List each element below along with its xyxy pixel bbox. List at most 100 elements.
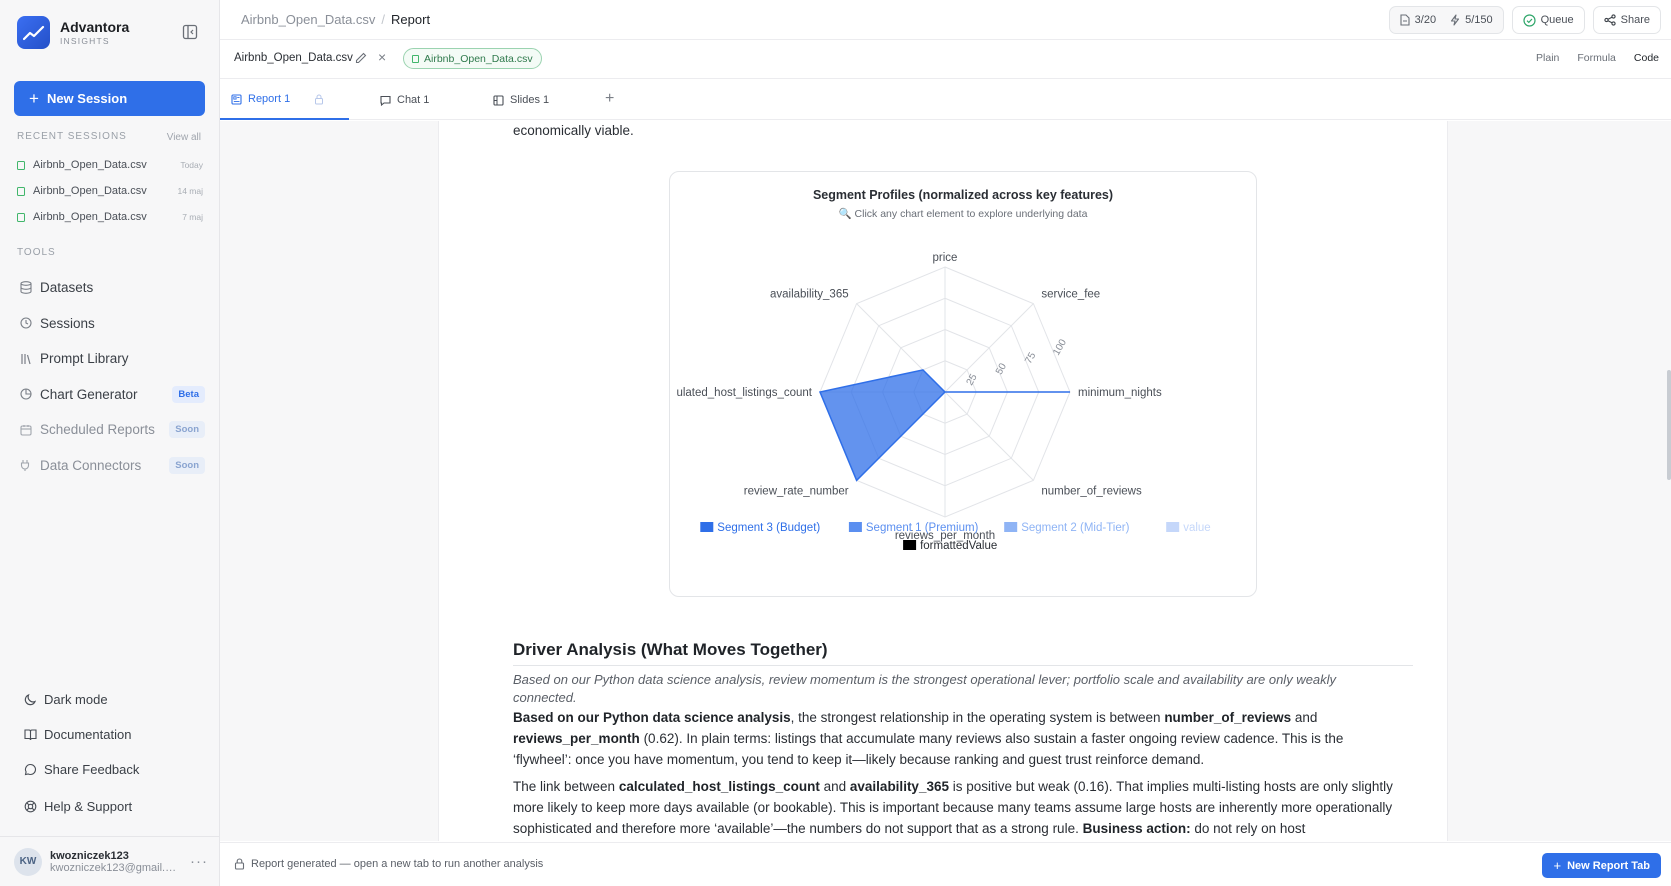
share-button[interactable]: Share	[1592, 6, 1661, 34]
bold-text: Business action:	[1082, 821, 1191, 836]
bold-text: reviews_per_month	[513, 731, 640, 746]
recent-session-date: 7 maj	[182, 212, 203, 222]
recent-sessions-list: Airbnb_Open_Data.csv Today Airbnb_Open_D…	[17, 152, 203, 230]
brand[interactable]: Advantora INSIGHTS	[17, 16, 129, 49]
close-icon[interactable]: ×	[378, 49, 386, 65]
credits-counter: 5/150	[1450, 14, 1493, 26]
tab-label: Chat 1	[397, 94, 430, 106]
radial-tick-label: 75	[1023, 350, 1038, 366]
csv-file-icon	[17, 212, 25, 222]
sidebar-item-prompt-library[interactable]: Prompt Library	[20, 341, 205, 377]
new-session-label: New Session	[46, 91, 128, 106]
check-circle-icon	[1523, 13, 1536, 27]
sidebar-item-label: Datasets	[40, 280, 94, 296]
message-icon	[24, 763, 36, 776]
dark-mode-label: Dark mode	[44, 692, 108, 707]
tab-label: Report 1	[248, 93, 291, 105]
sidebar-item-label: Scheduled Reports	[40, 422, 155, 438]
csv-file-icon	[17, 186, 25, 196]
help-support-link[interactable]: Help & Support	[24, 789, 139, 824]
axis-label: ulated_host_listings_count	[676, 387, 812, 399]
document-icon	[1400, 14, 1410, 26]
recent-session-item[interactable]: Airbnb_Open_Data.csv 7 maj	[17, 204, 203, 230]
brand-subtitle: INSIGHTS	[60, 35, 110, 46]
user-profile[interactable]: KW kwozniczek123 kwozniczek123@gmail.com…	[0, 836, 219, 886]
plus-icon: +	[1553, 858, 1562, 873]
moon-icon	[24, 693, 37, 706]
recent-session-name: Airbnb_Open_Data.csv	[33, 185, 147, 197]
view-all-link[interactable]: View all	[167, 132, 201, 143]
recent-session-item[interactable]: Airbnb_Open_Data.csv Today	[17, 152, 203, 178]
tab-slides-1[interactable]: Slides 1	[493, 80, 549, 120]
legend-swatch	[903, 540, 917, 550]
documentation-link[interactable]: Documentation	[24, 717, 139, 752]
sidebar-item-chart-generator[interactable]: Chart Generator Beta	[20, 377, 205, 413]
legend-swatch	[1004, 522, 1018, 532]
legend-swatch	[848, 522, 862, 532]
sidebar-item-data-connectors[interactable]: Data Connectors Soon	[20, 448, 205, 484]
tools-label: TOOLS	[17, 247, 56, 258]
text: , the strongest relationship in the oper…	[790, 710, 1165, 725]
lock-icon	[315, 94, 324, 104]
section-summary: Based on our Python data science analysi…	[513, 672, 1337, 705]
library-icon	[21, 353, 31, 364]
radial-tick-label: 25	[965, 372, 980, 388]
more-options-icon[interactable]: ···	[190, 853, 208, 870]
reports-count: 3/20	[1414, 14, 1437, 26]
edit-pencil-icon[interactable]	[355, 51, 367, 69]
scrollbar-thumb[interactable]	[1667, 370, 1671, 480]
legend-swatch	[700, 522, 714, 532]
recent-session-name: Airbnb_Open_Data.csv	[33, 159, 147, 171]
sidebar: Advantora INSIGHTS + New Session RECENT …	[0, 0, 220, 886]
report-icon	[231, 93, 242, 105]
lifebuoy-icon	[24, 800, 37, 813]
pie-chart-icon	[20, 388, 32, 400]
breadcrumb-separator: /	[381, 12, 386, 27]
report-document: economically viable. Segment Profiles (n…	[438, 121, 1448, 841]
recent-session-item[interactable]: Airbnb_Open_Data.csv 14 maj	[17, 178, 203, 204]
reports-counter: 3/20	[1400, 14, 1436, 26]
dataset-chip-label: Airbnb_Open_Data.csv	[424, 52, 533, 65]
sidebar-item-label: Prompt Library	[40, 351, 129, 367]
book-icon	[24, 729, 37, 741]
soon-badge: Soon	[169, 456, 205, 474]
axis-label: service_fee	[1041, 289, 1100, 301]
share-feedback-link[interactable]: Share Feedback	[24, 752, 139, 787]
tab-report-1[interactable]: Report 1	[220, 80, 349, 120]
radar-chart-card[interactable]: Segment Profiles (normalized across key …	[669, 171, 1257, 597]
view-mode-formula[interactable]: Formula	[1577, 52, 1616, 64]
view-mode-plain[interactable]: Plain	[1536, 52, 1559, 64]
sidebar-item-sessions[interactable]: Sessions	[20, 306, 205, 342]
new-report-tab-button[interactable]: + New Report Tab	[1542, 853, 1661, 878]
help-support-label: Help & Support	[44, 799, 133, 814]
add-tab-button[interactable]: +	[605, 90, 614, 108]
legend-label: formattedValue	[920, 540, 997, 552]
user-name: kwozniczek123	[50, 849, 129, 862]
share-feedback-label: Share Feedback	[44, 762, 140, 777]
paragraph-fragment: economically viable.	[513, 123, 634, 138]
logo-icon	[17, 16, 50, 49]
axis-label: availability_365	[770, 289, 849, 301]
legend-label: Segment 2 (Mid-Tier)	[1021, 522, 1129, 534]
queue-button[interactable]: Queue	[1511, 6, 1585, 34]
dataset-chip[interactable]: Airbnb_Open_Data.csv	[403, 48, 542, 69]
legend-label: Segment 3 (Budget)	[717, 522, 820, 534]
dark-mode-toggle[interactable]: Dark mode	[24, 682, 139, 717]
paragraph: The link between calculated_host_listing…	[513, 776, 1403, 839]
sidebar-item-datasets[interactable]: Datasets	[20, 270, 205, 306]
bold-text: Based on our Python data science analysi…	[513, 710, 791, 725]
tab-chat-1[interactable]: Chat 1	[380, 80, 429, 120]
breadcrumb-file[interactable]: Airbnb_Open_Data.csv	[241, 12, 375, 27]
view-mode-code[interactable]: Code	[1634, 52, 1659, 64]
new-session-button[interactable]: + New Session	[14, 81, 205, 116]
text: and	[1291, 710, 1318, 725]
soon-badge: Soon	[169, 421, 205, 439]
user-email: kwozniczek123@gmail.com	[50, 861, 180, 874]
bold-text: calculated_host_listings_count	[618, 779, 820, 794]
radar-chart[interactable]: 255075100priceservice_feeminimum_nightsn…	[670, 172, 1258, 598]
beta-badge: Beta	[172, 385, 205, 403]
tab-bar: Report 1 Chat 1 Slides 1 +	[220, 80, 1671, 120]
sidebar-item-scheduled-reports[interactable]: Scheduled Reports Soon	[20, 412, 205, 448]
radial-tick-label: 100	[1051, 337, 1069, 357]
sidebar-collapse-icon[interactable]	[180, 22, 200, 42]
